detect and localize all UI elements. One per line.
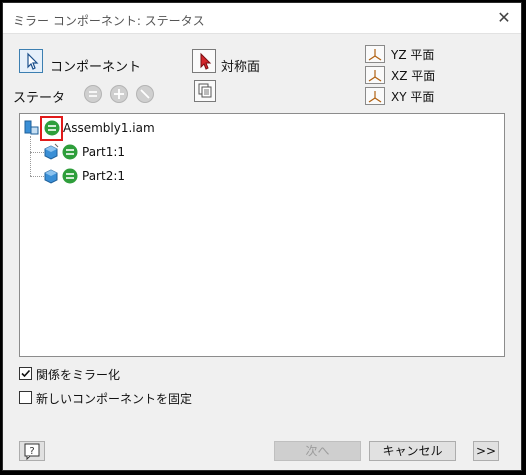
help-button[interactable]: ? — [19, 441, 45, 461]
assembly-icon — [24, 120, 39, 135]
cursor-arrow-red-icon — [200, 52, 212, 70]
copy-icon — [198, 83, 212, 98]
help-icon: ? — [24, 443, 40, 460]
mirror-status-icon — [89, 91, 97, 97]
mirror-plane-select-button[interactable] — [192, 49, 216, 73]
component-label: コンポーネント — [50, 60, 142, 75]
xy-plane-button[interactable] — [365, 87, 385, 105]
plane-axis-icon — [368, 70, 382, 82]
part-icon — [44, 169, 58, 184]
expand-button[interactable]: >> — [473, 441, 499, 461]
tree-item-label: Part1:1 — [82, 145, 126, 159]
next-button[interactable]: 次へ — [274, 441, 361, 461]
cursor-arrow-icon — [27, 52, 39, 70]
exclude-status-icon — [140, 89, 150, 99]
tree-root-row[interactable]: Assembly1.iam — [20, 116, 220, 141]
component-tree[interactable]: Assembly1.iam Part1:1 Part2:1 — [19, 113, 505, 357]
status-exclude-button[interactable] — [136, 85, 154, 103]
tree-item-part2[interactable]: Part2:1 — [40, 166, 240, 186]
plane-axis-icon — [368, 49, 382, 61]
tree-item-label: Part2:1 — [82, 169, 126, 183]
part-icon — [44, 143, 59, 160]
title-bar: ミラー コンポーネント: ステータス ✕ — [3, 3, 521, 34]
xz-plane-button[interactable] — [365, 66, 385, 84]
mirror-status-icon — [62, 144, 78, 160]
tree-connector — [30, 136, 31, 176]
status-reuse-button[interactable] — [110, 85, 128, 103]
yz-plane-label: YZ 平面 — [391, 48, 435, 62]
mirror-relationships-checkbox[interactable] — [19, 367, 32, 380]
component-select-button[interactable] — [19, 49, 43, 73]
window-title: ミラー コンポーネント: ステータス — [13, 14, 205, 28]
plus-status-icon — [114, 89, 124, 99]
check-icon — [21, 369, 31, 378]
mirror-relationships-label: 関係をミラー化 — [36, 368, 121, 382]
cancel-button[interactable]: キャンセル — [369, 441, 456, 461]
mirror-status-icon — [44, 120, 60, 136]
mirror-components-dialog: ミラー コンポーネント: ステータス ✕ コンポーネント 対称面 YZ 平面 X… — [2, 2, 522, 471]
yz-plane-button[interactable] — [365, 45, 385, 63]
copy-button[interactable] — [194, 80, 216, 102]
mirror-plane-label: 対称面 — [221, 60, 261, 75]
ground-new-components-checkbox[interactable] — [19, 391, 32, 404]
tree-root-label: Assembly1.iam — [63, 121, 155, 135]
svg-text:?: ? — [29, 446, 34, 457]
plane-axis-icon — [368, 91, 382, 103]
mirror-status-icon — [62, 168, 78, 184]
xz-plane-label: XZ 平面 — [391, 69, 436, 83]
xy-plane-label: XY 平面 — [391, 90, 435, 104]
ground-new-components-label: 新しいコンポーネントを固定 — [36, 392, 193, 406]
status-mirror-button[interactable] — [84, 85, 102, 103]
status-label: ステータ — [13, 91, 66, 106]
close-icon: ✕ — [497, 8, 511, 27]
close-button[interactable]: ✕ — [495, 9, 513, 27]
tree-item-part1[interactable]: Part1:1 — [40, 142, 240, 162]
